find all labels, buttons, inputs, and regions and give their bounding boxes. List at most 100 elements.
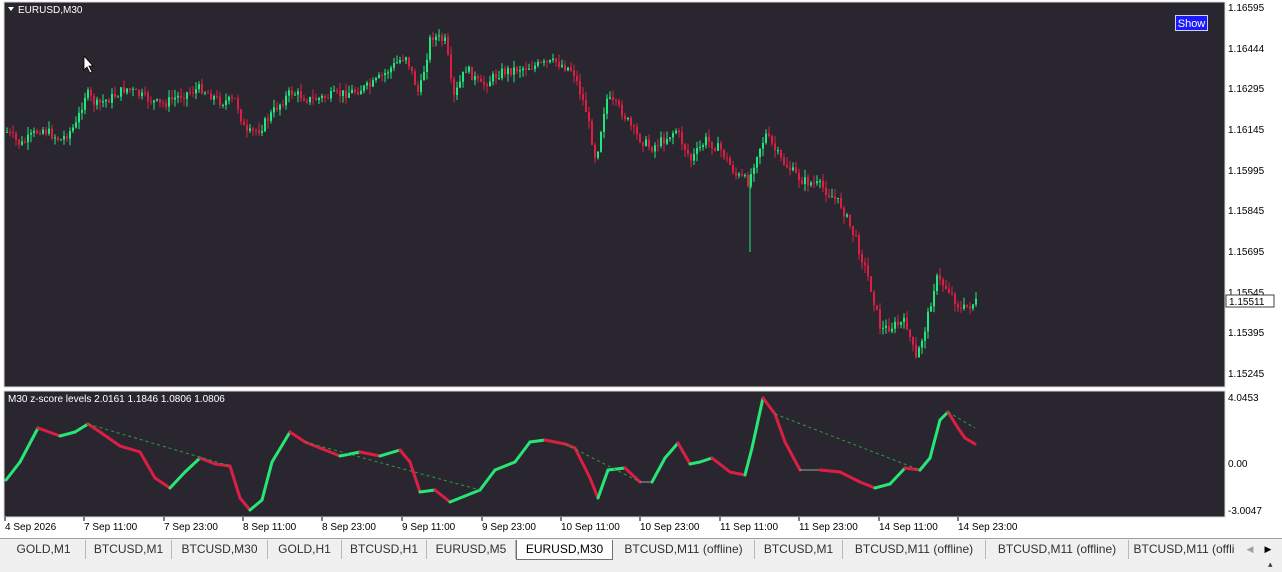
candle-body	[852, 226, 854, 235]
candle-body	[675, 130, 677, 134]
candle-body	[966, 304, 968, 307]
indicator-pane[interactable]	[3, 390, 1226, 518]
tab-btcusd-m30[interactable]: BTCUSD,M30	[172, 540, 268, 559]
candle-body	[864, 262, 866, 266]
candle-body	[453, 78, 455, 96]
tab-btcusd-m11-offline[interactable]: BTCUSD,M11 (offli	[1129, 540, 1239, 559]
tab-eurusd-m5[interactable]: EURUSD,M5	[427, 540, 516, 559]
tab-gold-h1[interactable]: GOLD,H1	[268, 540, 342, 559]
candle-body	[375, 77, 377, 81]
tab-btcusd-m11-offline[interactable]: BTCUSD,M11 (offline)	[986, 540, 1129, 559]
candle-body	[522, 68, 524, 71]
tab-btcusd-m1[interactable]: BTCUSD,M1	[86, 540, 172, 559]
candle-body	[135, 89, 137, 90]
main-pane[interactable]	[3, 1, 1226, 388]
candle-body	[366, 82, 368, 86]
candle-body	[510, 68, 512, 75]
candle-body	[66, 136, 68, 139]
candle-body	[240, 109, 242, 122]
candle-body	[738, 174, 740, 176]
indicator-scale-label: -3.0047	[1228, 506, 1262, 517]
candle-body	[777, 150, 779, 152]
indicator-scale-label: 0.00	[1228, 459, 1248, 470]
candle-body	[516, 67, 518, 72]
candle-body	[156, 99, 158, 101]
candle-body	[432, 37, 434, 40]
candle-body	[192, 92, 194, 94]
time-axis[interactable]: 4 Sep 2026 7 Sep 11:00 7 Sep 23:00 8 Sep…	[4, 517, 1018, 533]
candle-body	[528, 68, 530, 70]
tab-btcusd-h1[interactable]: BTCUSD,H1	[342, 540, 427, 559]
candle-body	[51, 128, 53, 139]
candle-body	[147, 92, 149, 102]
candle-body	[798, 172, 800, 181]
chart-canvas[interactable]: EURUSD,M30 M30 z-score levels 2.0161 1.1…	[0, 0, 1282, 538]
candle-body	[858, 235, 860, 254]
candle-body	[285, 95, 287, 106]
candle-body	[867, 265, 869, 277]
candle-body	[213, 96, 215, 100]
candle-body	[210, 93, 212, 100]
candle-body	[951, 292, 953, 294]
candle-body	[900, 322, 902, 325]
candle-body	[921, 340, 923, 348]
candle-body	[435, 36, 437, 40]
candle-body	[237, 98, 239, 110]
candle-body	[75, 122, 77, 128]
tab-btcusd-m1[interactable]: BTCUSD,M1	[755, 540, 843, 559]
candle-body	[831, 196, 833, 198]
candle-body	[81, 109, 83, 113]
candle-body	[459, 81, 461, 88]
candle-body	[564, 64, 566, 71]
candle-body	[270, 112, 272, 121]
candle-body	[198, 84, 200, 90]
candle-body	[42, 129, 44, 134]
candle-body	[345, 90, 347, 98]
candle-body	[762, 142, 764, 149]
candle-body	[963, 304, 965, 309]
tab-gold-m1[interactable]: GOLD,M1	[2, 540, 86, 559]
candle-body	[555, 58, 557, 63]
price-label: 1.15395	[1228, 328, 1265, 339]
candle-body	[402, 60, 404, 62]
candle-body	[243, 121, 245, 126]
candle-body	[708, 136, 710, 142]
candle-body	[678, 130, 680, 133]
candle-body	[885, 325, 887, 328]
price-scale[interactable]: 1.16595 1.16444 1.16295 1.16145 1.15995 …	[1225, 3, 1275, 380]
candle-body	[258, 130, 260, 133]
candle-body	[471, 66, 473, 81]
candle-body	[117, 96, 119, 98]
candle-body	[234, 98, 236, 99]
candle-body	[102, 101, 104, 103]
tab-eurusd-m30[interactable]: EURUSD,M30	[516, 540, 613, 560]
candle-body	[384, 73, 386, 76]
candle-body	[423, 72, 425, 81]
zscore-segment	[418, 488, 437, 494]
candle-body	[492, 73, 494, 82]
candle-body	[189, 92, 191, 94]
chart-area[interactable]: EURUSD,M30 M30 z-score levels 2.0161 1.1…	[0, 0, 1282, 538]
candle-body	[894, 321, 896, 329]
candle-body	[273, 107, 275, 113]
candle-body	[390, 67, 392, 73]
tab-btcusd-m11-offline[interactable]: BTCUSD,M11 (offline)	[843, 540, 986, 559]
candle-body	[261, 131, 263, 133]
tab-btcusd-m11-offline[interactable]: BTCUSD,M11 (offline)	[613, 540, 755, 559]
candle-body	[495, 73, 497, 79]
candle-body	[342, 90, 344, 96]
candle-body	[498, 78, 500, 80]
candle-body	[6, 131, 8, 133]
show-button[interactable]: Show	[1175, 15, 1208, 31]
tab-scroll-right-icon[interactable]: ▶	[1261, 542, 1275, 557]
candle-body	[303, 98, 305, 101]
candle-body	[327, 97, 329, 99]
price-label: 1.16145	[1228, 125, 1265, 136]
candle-body	[705, 136, 707, 146]
candle-body	[606, 98, 608, 114]
time-label: 11 Sep 11:00	[720, 522, 778, 533]
candle-body	[549, 60, 551, 63]
tab-scroll-left-icon[interactable]: ◀	[1243, 542, 1257, 557]
candle-body	[360, 90, 362, 95]
time-label: 9 Sep 11:00	[402, 522, 456, 533]
